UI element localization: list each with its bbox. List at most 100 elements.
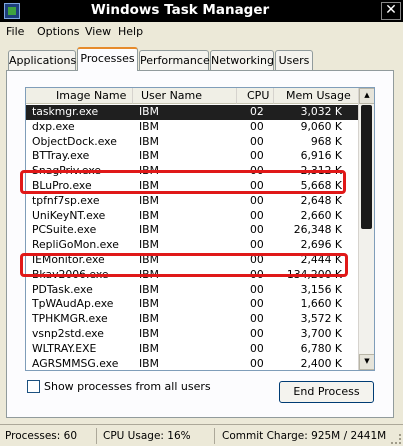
process-mem: 3,572 K xyxy=(300,312,342,326)
process-name: vsnp2std.exe xyxy=(32,327,104,340)
process-row[interactable]: dxp.exe IBM 00 9,060 K xyxy=(26,120,359,135)
process-name: TPHKMGR.exe xyxy=(32,312,108,326)
process-cpu: 00 xyxy=(250,238,264,252)
process-cpu: 00 xyxy=(250,134,264,148)
process-user: IBM xyxy=(139,327,159,340)
process-user: IBM xyxy=(139,356,159,370)
process-mem: 3,700 K xyxy=(300,327,342,340)
menu-file[interactable]: File xyxy=(6,25,24,38)
scroll-down-icon[interactable]: ▼ xyxy=(359,354,374,370)
process-name: dxp.exe xyxy=(32,119,75,133)
process-user: IBM xyxy=(139,223,159,237)
process-cpu: 00 xyxy=(250,312,264,326)
process-name: UniKeyNT.exe xyxy=(32,208,106,222)
tab-performance[interactable]: Performance xyxy=(139,50,210,71)
process-mem: 2,648 K xyxy=(300,193,342,207)
title-bar[interactable]: Windows Task Manager ✕ xyxy=(0,0,403,22)
resize-grip-icon[interactable] xyxy=(391,434,401,444)
scroll-up-icon[interactable]: ▲ xyxy=(359,88,374,104)
menu-help[interactable]: Help xyxy=(118,25,143,38)
process-row[interactable]: AGRSMMSG.exe IBM 00 2,400 K xyxy=(26,356,359,370)
status-bar: Processes: 60 CPU Usage: 16% Commit Char… xyxy=(0,424,403,446)
process-user: IBM xyxy=(139,119,159,133)
process-row[interactable]: PDTask.exe IBM 00 3,156 K xyxy=(26,283,359,298)
process-mem: 6,780 K xyxy=(300,341,342,355)
process-row[interactable]: taskmgr.exe IBM 02 3,032 K xyxy=(26,105,359,120)
column-header-mem-usage[interactable]: Mem Usage xyxy=(274,88,360,104)
status-cpu-usage: CPU Usage: 16% xyxy=(103,430,191,442)
menu-options[interactable]: Options xyxy=(37,25,79,38)
process-cpu: 00 xyxy=(250,327,264,340)
process-name: PDTask.exe xyxy=(32,282,93,296)
vertical-scrollbar[interactable]: ▲ ▼ xyxy=(358,88,374,370)
end-process-button[interactable]: End Process xyxy=(279,381,374,403)
process-user: IBM xyxy=(139,105,159,118)
process-list[interactable]: Image Name User Name CPU Mem Usage taskm… xyxy=(25,87,375,371)
process-user: IBM xyxy=(139,193,159,207)
process-row[interactable]: vsnp2std.exe IBM 00 3,700 K xyxy=(26,327,359,342)
menu-bar: File Options View Help xyxy=(0,22,403,42)
process-mem: 3,156 K xyxy=(300,282,342,296)
process-name: tpfnf7sp.exe xyxy=(32,193,100,207)
column-header-cpu[interactable]: CPU xyxy=(237,88,274,104)
window-title: Windows Task Manager xyxy=(90,2,270,18)
process-user: IBM xyxy=(139,208,159,222)
scroll-thumb[interactable] xyxy=(361,105,372,229)
process-name: taskmgr.exe xyxy=(32,105,99,118)
status-commit-charge: Commit Charge: 925M / 2441M xyxy=(222,430,387,442)
process-mem: 3,032 K xyxy=(300,105,342,118)
process-row[interactable]: BTTray.exe IBM 00 6,916 K xyxy=(26,149,359,164)
process-name: PCSuite.exe xyxy=(32,223,97,237)
process-cpu: 00 xyxy=(250,341,264,355)
close-button[interactable]: ✕ xyxy=(381,2,401,20)
process-row[interactable]: WLTRAY.EXE IBM 00 6,780 K xyxy=(26,342,359,357)
process-row[interactable]: PCSuite.exe IBM 00 26,348 K xyxy=(26,223,359,238)
process-cpu: 00 xyxy=(250,149,264,163)
process-row[interactable]: tpfnf7sp.exe IBM 00 2,648 K xyxy=(26,194,359,209)
process-cpu: 00 xyxy=(250,282,264,296)
process-mem: 2,696 K xyxy=(300,238,342,252)
tab-processes[interactable]: Processes xyxy=(77,47,138,71)
highlight-box-bkav2006 xyxy=(20,253,348,277)
process-mem: 9,060 K xyxy=(300,119,342,133)
process-name: ObjectDock.exe xyxy=(32,134,117,148)
process-row[interactable]: TpWAudAp.exe IBM 00 1,660 K xyxy=(26,297,359,312)
process-cpu: 00 xyxy=(250,208,264,222)
process-cpu: 00 xyxy=(250,223,264,237)
process-user: IBM xyxy=(139,238,159,252)
process-user: IBM xyxy=(139,312,159,326)
process-mem: 2,660 K xyxy=(300,208,342,222)
process-mem: 1,660 K xyxy=(300,297,342,311)
process-row[interactable]: UniKeyNT.exe IBM 00 2,660 K xyxy=(26,209,359,224)
process-user: IBM xyxy=(139,282,159,296)
menu-view[interactable]: View xyxy=(85,25,111,38)
process-user: IBM xyxy=(139,134,159,148)
process-cpu: 00 xyxy=(250,297,264,311)
process-cpu: 00 xyxy=(250,193,264,207)
column-header-user-name[interactable]: User Name xyxy=(133,88,237,104)
tab-users[interactable]: Users xyxy=(275,50,313,71)
process-cpu: 00 xyxy=(250,119,264,133)
status-processes: Processes: 60 xyxy=(5,430,77,442)
process-row[interactable]: ObjectDock.exe IBM 00 968 K xyxy=(26,135,359,150)
show-all-users-label[interactable]: Show processes from all users xyxy=(44,380,211,393)
status-divider xyxy=(96,428,97,444)
status-divider xyxy=(214,428,215,444)
process-mem: 26,348 K xyxy=(293,223,342,237)
process-mem: 2,400 K xyxy=(300,356,342,370)
process-name: WLTRAY.EXE xyxy=(32,341,97,355)
column-header-image-name[interactable]: Image Name xyxy=(26,88,133,104)
process-name: BTTray.exe xyxy=(32,149,90,163)
show-all-users-checkbox[interactable] xyxy=(27,380,40,393)
tab-applications[interactable]: Applications xyxy=(8,50,76,71)
process-row[interactable]: RepliGoMon.exe IBM 00 2,696 K xyxy=(26,238,359,253)
process-cpu: 00 xyxy=(250,356,264,370)
tab-networking[interactable]: Networking xyxy=(210,50,274,71)
process-name: RepliGoMon.exe xyxy=(32,238,119,252)
process-row[interactable]: TPHKMGR.exe IBM 00 3,572 K xyxy=(26,312,359,327)
process-user: IBM xyxy=(139,149,159,163)
process-mem: 6,916 K xyxy=(300,149,342,163)
process-name: AGRSMMSG.exe xyxy=(32,356,119,370)
highlight-box-bluepro xyxy=(20,170,346,194)
process-user: IBM xyxy=(139,297,159,311)
